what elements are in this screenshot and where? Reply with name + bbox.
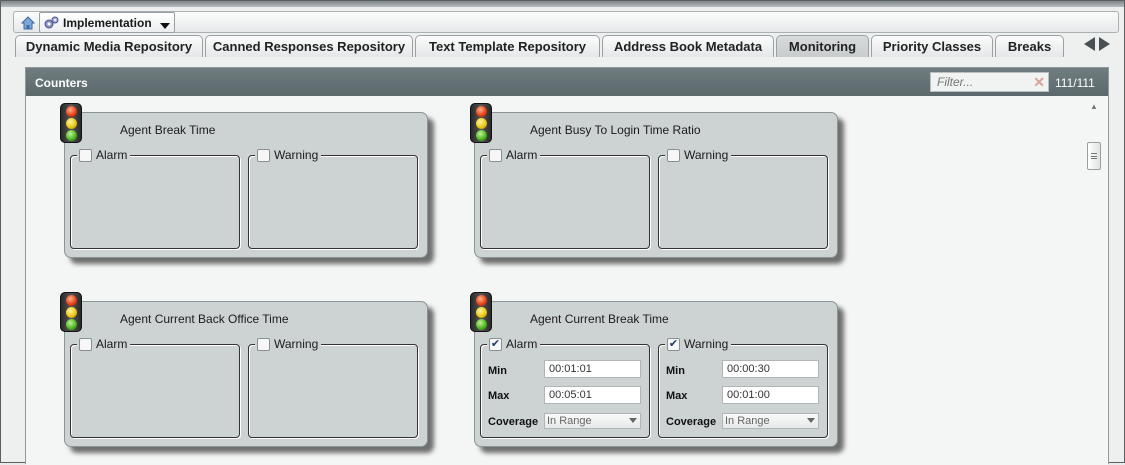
- chevron-down-icon[interactable]: [160, 19, 170, 33]
- gear-icon: [42, 16, 60, 30]
- tab-priority-classes[interactable]: Priority Classes: [871, 35, 993, 57]
- alarm-label: Alarm: [96, 337, 128, 351]
- alarm-checkbox[interactable]: [79, 337, 92, 351]
- select-value: In Range: [725, 415, 770, 427]
- alarm-checkbox[interactable]: [489, 148, 502, 162]
- chevron-down-icon: [807, 418, 815, 423]
- tab-breaks[interactable]: Breaks: [995, 35, 1064, 57]
- alarm-group: Alarm: [70, 337, 240, 438]
- app-window: Implementation Dynamic Media Repository …: [0, 0, 1125, 465]
- alarm-legend: Alarm: [77, 337, 131, 351]
- counter-title: Agent Current Back Office Time: [120, 312, 289, 326]
- warning-legend: Warning: [255, 148, 322, 162]
- counter-title: Agent Busy To Login Time Ratio: [530, 123, 701, 137]
- min-label: Min: [666, 365, 685, 377]
- panel-title: Counters: [35, 76, 88, 90]
- alarm-label: Alarm: [506, 337, 538, 351]
- warning-label: Warning: [274, 337, 319, 351]
- warning-group: ✔ Warning Min 00:00:30 Max 00:01:00 Cove…: [658, 337, 828, 438]
- min-label: Min: [488, 365, 507, 377]
- arrow-left-icon[interactable]: [1083, 36, 1096, 52]
- scroll-thumb[interactable]: [1087, 142, 1101, 170]
- chevron-down-icon: [629, 418, 637, 423]
- counters-list: Agent Break Time Alarm Warning Agent Bus…: [26, 96, 1108, 465]
- traffic-light-icon: [60, 103, 82, 143]
- tab-monitoring[interactable]: Monitoring: [776, 35, 869, 57]
- alarm-legend: Alarm: [77, 148, 131, 162]
- traffic-light-icon: [470, 103, 492, 143]
- traffic-light-icon: [60, 292, 82, 332]
- counter-title: Agent Break Time: [120, 123, 216, 137]
- warning-checkbox[interactable]: [667, 148, 680, 162]
- alarm-max-input[interactable]: 00:05:01: [544, 386, 641, 404]
- breadcrumb: Implementation: [13, 11, 1119, 33]
- filter-input[interactable]: [931, 73, 1031, 91]
- tab-canned-responses-repository[interactable]: Canned Responses Repository: [205, 35, 413, 57]
- vertical-scrollbar[interactable]: ▲: [1087, 102, 1101, 465]
- warning-coverage-select[interactable]: In Range: [722, 413, 819, 429]
- counter-card: Agent Current Back Office Time Alarm War…: [60, 292, 428, 447]
- tab-scroll-arrows: [1083, 36, 1111, 52]
- arrow-right-icon[interactable]: [1098, 36, 1111, 52]
- max-label: Max: [666, 390, 688, 402]
- warning-checkbox[interactable]: [257, 337, 270, 351]
- counter-card: Agent Current Break Time ✔ Alarm Min 00:…: [470, 292, 838, 447]
- alarm-label: Alarm: [96, 148, 128, 162]
- warning-checkbox[interactable]: [257, 148, 270, 162]
- breadcrumb-item-implementation[interactable]: Implementation: [39, 12, 175, 33]
- alarm-min-input[interactable]: 00:01:01: [544, 360, 641, 378]
- alarm-group: ✔ Alarm Min 00:01:01 Max 00:05:01 Covera…: [480, 337, 650, 438]
- home-button[interactable]: [18, 13, 38, 32]
- warning-legend: Warning: [665, 148, 732, 162]
- home-icon: [21, 15, 35, 29]
- alarm-coverage-select[interactable]: In Range: [544, 413, 641, 429]
- warning-legend: Warning: [255, 337, 322, 351]
- warning-legend: ✔ Warning: [665, 337, 732, 351]
- alarm-checkbox[interactable]: [79, 148, 92, 162]
- window-top-strip: [1, 1, 1124, 7]
- close-icon[interactable]: ✕: [1033, 75, 1045, 89]
- coverage-label: Coverage: [666, 416, 717, 428]
- warning-label: Warning: [684, 337, 729, 351]
- alarm-label: Alarm: [506, 148, 538, 162]
- max-label: Max: [488, 390, 510, 402]
- alarm-legend: ✔ Alarm: [487, 337, 541, 351]
- traffic-light-icon: [470, 292, 492, 332]
- counter-card: Agent Break Time Alarm Warning: [60, 103, 428, 258]
- filter-box: ✕: [930, 72, 1049, 92]
- tab-address-book-metadata[interactable]: Address Book Metadata: [602, 35, 774, 57]
- warning-checkbox[interactable]: ✔: [667, 337, 680, 351]
- tab-strip: Dynamic Media Repository Canned Response…: [15, 35, 1066, 57]
- warning-label: Warning: [684, 148, 729, 162]
- panel-header: Counters ✕ 111/111: [26, 68, 1108, 96]
- alarm-group: Alarm: [70, 148, 240, 249]
- counter-title: Agent Current Break Time: [530, 312, 669, 326]
- warning-group: Warning: [248, 148, 418, 249]
- counters-panel: Counters ✕ 111/111 Agent Break Time Alar…: [25, 67, 1109, 465]
- warning-group: Warning: [248, 337, 418, 438]
- result-count: 111/111: [1055, 76, 1095, 90]
- warning-min-input[interactable]: 00:00:30: [722, 360, 819, 378]
- warning-max-input[interactable]: 00:01:00: [722, 386, 819, 404]
- breadcrumb-label: Implementation: [63, 15, 152, 30]
- grip-icon: [1091, 153, 1097, 159]
- alarm-group: Alarm: [480, 148, 650, 249]
- select-value: In Range: [547, 415, 592, 427]
- coverage-label: Coverage: [488, 416, 539, 428]
- alarm-legend: Alarm: [487, 148, 541, 162]
- counter-card: Agent Busy To Login Time Ratio Alarm War…: [470, 103, 838, 258]
- scroll-up-icon[interactable]: ▲: [1090, 102, 1098, 111]
- alarm-checkbox[interactable]: ✔: [489, 337, 502, 351]
- tab-text-template-repository[interactable]: Text Template Repository: [415, 35, 600, 57]
- warning-group: Warning: [658, 148, 828, 249]
- tab-dynamic-media-repository[interactable]: Dynamic Media Repository: [15, 35, 203, 57]
- warning-label: Warning: [274, 148, 319, 162]
